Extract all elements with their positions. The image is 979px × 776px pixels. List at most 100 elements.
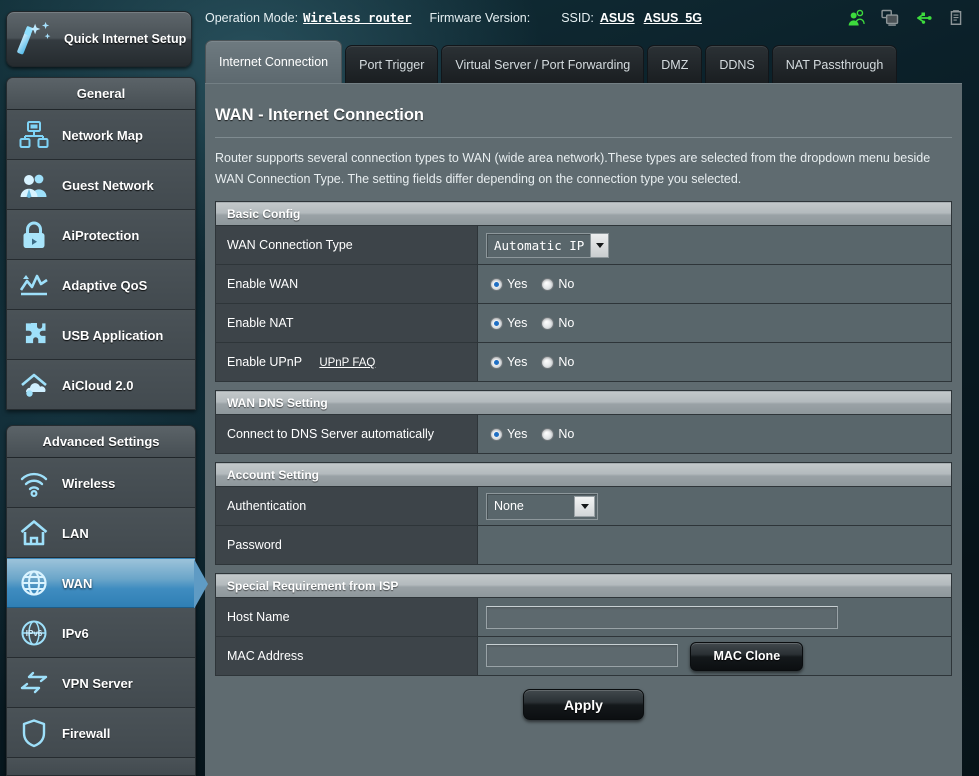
top-status-bar: Operation Mode: Wireless router Firmware… <box>205 0 979 36</box>
wifi-icon <box>20 472 48 498</box>
globe-icon <box>21 570 47 596</box>
sidebar-group-advanced-header: Advanced Settings <box>7 426 195 458</box>
isp-header: Special Requirement from ISP <box>215 573 952 598</box>
enable-wan-yes-radio[interactable]: Yes <box>490 277 527 291</box>
sidebar-item-label: Adaptive QoS <box>62 277 148 293</box>
tab-port-trigger[interactable]: Port Trigger <box>345 45 439 83</box>
tab-virtual-server-port-forwarding[interactable]: Virtual Server / Port Forwarding <box>441 45 645 83</box>
wan-connection-type-value: Automatic IP <box>494 237 585 253</box>
sidebar: Quick Internet Setup General Network Map <box>3 0 208 776</box>
chevron-down-icon <box>574 495 595 517</box>
sidebar-item-label: LAN <box>62 525 89 541</box>
enable-upnp-no-radio[interactable]: No <box>541 355 574 369</box>
enable-wan-label: Enable WAN <box>215 264 478 304</box>
enable-upnp-label: Enable UPnP <box>227 355 302 369</box>
sidebar-item-wireless[interactable]: Wireless <box>7 458 195 508</box>
authentication-select[interactable]: None <box>486 492 598 520</box>
sidebar-group-general-header: General <box>7 78 195 110</box>
radio-label: Yes <box>507 316 528 330</box>
basic-config-section: Basic Config WAN Connection Type Automat… <box>215 201 952 382</box>
sidebar-item-label: AiProtection <box>62 227 140 243</box>
mac-address-input[interactable] <box>486 643 678 667</box>
tab-dmz[interactable]: DMZ <box>647 45 703 83</box>
sidebar-item-label: USB Application <box>62 327 164 343</box>
tab-internet-connection[interactable]: Internet Connection <box>205 40 343 83</box>
radio-indicator <box>541 355 555 369</box>
radio-indicator <box>490 427 503 441</box>
enable-nat-yes-radio[interactable]: Yes <box>490 316 527 330</box>
guest-network-icon <box>20 174 47 198</box>
network-map-icon <box>19 121 49 148</box>
apply-button[interactable]: Apply <box>523 689 644 720</box>
enable-upnp-yes-radio[interactable]: Yes <box>490 355 527 369</box>
sidebar-item-guest-network[interactable]: Guest Network <box>7 160 195 210</box>
radio-label: No <box>558 316 575 330</box>
printer-icon[interactable] <box>946 8 966 28</box>
enable-nat-label: Enable NAT <box>215 303 478 343</box>
upnp-faq-link[interactable]: UPnP FAQ <box>319 357 375 369</box>
sidebar-group-advanced: Advanced Settings Wireless LAN WAN IPv6 … <box>6 425 208 776</box>
table-row: WAN Connection Type Automatic IP <box>215 225 952 265</box>
tab-ddns[interactable]: DDNS <box>705 45 769 83</box>
sidebar-item-label: AiCloud 2.0 <box>62 377 134 393</box>
page-title: WAN - Internet Connection <box>215 106 424 124</box>
table-row: MAC Address MAC Clone <box>215 636 952 676</box>
radio-label: Yes <box>507 355 528 369</box>
sidebar-item-aicloud[interactable]: AiCloud 2.0 <box>7 360 195 410</box>
authentication-label: Authentication <box>215 486 478 526</box>
isp-section: Special Requirement from ISP Host Name M… <box>215 573 952 676</box>
status-icon-group <box>847 8 979 28</box>
magic-wand-icon <box>17 21 51 55</box>
sidebar-item-label: Network Map <box>62 127 143 143</box>
account-setting-header: Account Setting <box>215 462 952 487</box>
sidebar-item-label: Wireless <box>62 475 116 491</box>
enable-wan-no-radio[interactable]: No <box>541 277 574 291</box>
connect-dns-auto-label: Connect to DNS Server automatically <box>215 414 478 454</box>
mac-address-label: MAC Address <box>215 636 478 676</box>
password-value-cell <box>477 525 952 565</box>
wan-connection-type-label: WAN Connection Type <box>215 225 478 265</box>
sidebar-item-firewall[interactable]: Firewall <box>7 708 195 758</box>
ssid-5g-value[interactable]: ASUS_5G <box>644 11 702 25</box>
radio-indicator <box>541 277 555 291</box>
connect-dns-auto-no-radio[interactable]: No <box>541 427 574 441</box>
radio-label: No <box>558 355 575 369</box>
sidebar-item-vpn-server[interactable]: VPN Server <box>7 658 195 708</box>
quick-internet-setup-button[interactable]: Quick Internet Setup <box>6 11 192 67</box>
sidebar-item-ipv6[interactable]: IPv6 IPv6 <box>7 608 195 658</box>
wan-dns-section: WAN DNS Setting Connect to DNS Server au… <box>215 390 952 454</box>
table-row: Host Name <box>215 597 952 637</box>
authentication-value: None <box>494 499 524 513</box>
enable-wan-radio-group: Yes No <box>486 277 951 291</box>
sidebar-item-adaptive-qos[interactable]: Adaptive QoS <box>7 260 195 310</box>
operation-mode-value[interactable]: Wireless router <box>303 11 411 25</box>
connect-dns-auto-yes-radio[interactable]: Yes <box>490 427 527 441</box>
cloud-house-icon <box>21 373 47 397</box>
sidebar-item-label: VPN Server <box>62 675 133 691</box>
host-name-input[interactable] <box>486 605 838 629</box>
sidebar-item-next-partial[interactable] <box>7 758 195 776</box>
mac-clone-button[interactable]: MAC Clone <box>690 641 804 671</box>
table-row: Connect to DNS Server automatically Yes … <box>215 414 952 454</box>
wan-connection-type-select[interactable]: Automatic IP <box>486 232 610 258</box>
enable-upnp-radio-group: Yes No <box>486 355 951 369</box>
usb-icon[interactable] <box>913 8 933 28</box>
ssid-24g-value[interactable]: ASUS <box>600 11 635 25</box>
sidebar-item-aiprotection[interactable]: AiProtection <box>7 210 195 260</box>
tab-nat-passthrough[interactable]: NAT Passthrough <box>771 45 898 83</box>
sidebar-item-wan[interactable]: WAN <box>7 558 208 609</box>
clients-icon[interactable] <box>847 8 867 28</box>
devices-icon[interactable] <box>880 8 900 28</box>
sidebar-item-network-map[interactable]: Network Map <box>7 110 195 160</box>
sidebar-item-lan[interactable]: LAN <box>7 508 195 558</box>
radio-label: No <box>558 277 575 291</box>
quick-internet-setup-label: Quick Internet Setup <box>64 32 187 46</box>
table-row: Enable NAT Yes No <box>215 303 952 343</box>
ipv6-icon: IPv6 <box>21 620 47 646</box>
vpn-icon <box>20 671 48 694</box>
enable-nat-no-radio[interactable]: No <box>541 316 574 330</box>
enable-nat-radio-group: Yes No <box>486 316 951 330</box>
radio-indicator <box>490 277 503 291</box>
sidebar-item-usb-application[interactable]: USB Application <box>7 310 195 360</box>
sidebar-item-label: IPv6 <box>62 625 89 641</box>
